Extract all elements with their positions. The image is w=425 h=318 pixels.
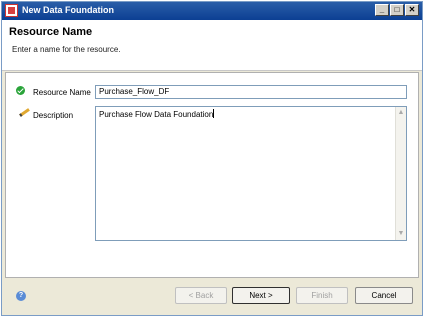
description-label: Description <box>33 111 74 120</box>
window-title: New Data Foundation <box>22 5 114 15</box>
maximize-button[interactable]: □ <box>390 4 404 16</box>
next-button[interactable]: Next > <box>232 287 290 304</box>
resource-name-input[interactable]: Purchase_Flow_DF <box>95 85 407 99</box>
back-button[interactable]: < Back <box>175 287 227 304</box>
page-subtitle: Enter a name for the resource. <box>12 45 121 54</box>
scroll-down-icon[interactable]: ▼ <box>396 229 406 239</box>
description-text: Purchase Flow Data Foundation <box>99 110 214 119</box>
finish-button[interactable]: Finish <box>296 287 348 304</box>
description-textarea[interactable]: Purchase Flow Data Foundation ▲ ▼ <box>95 106 407 241</box>
wizard-header: Resource Name Enter a name for the resou… <box>2 20 422 71</box>
page-title: Resource Name <box>9 26 93 38</box>
description-scrollbar[interactable]: ▲ ▼ <box>395 107 406 240</box>
window-controls: _ □ ✕ <box>375 4 419 16</box>
close-button[interactable]: ✕ <box>405 4 419 16</box>
help-icon[interactable]: ? <box>16 291 26 301</box>
button-bar: ? < Back Next > Finish Cancel <box>2 279 422 315</box>
title-bar: New Data Foundation _ □ ✕ <box>2 2 422 20</box>
check-icon <box>16 86 25 95</box>
new-data-foundation-dialog: New Data Foundation _ □ ✕ Resource Name … <box>1 1 423 316</box>
app-icon <box>5 4 18 17</box>
scroll-up-icon[interactable]: ▲ <box>396 108 406 118</box>
resource-name-label: Resource Name <box>33 88 91 97</box>
minimize-button[interactable]: _ <box>375 4 389 16</box>
text-caret <box>213 109 215 118</box>
cancel-button[interactable]: Cancel <box>355 287 413 304</box>
